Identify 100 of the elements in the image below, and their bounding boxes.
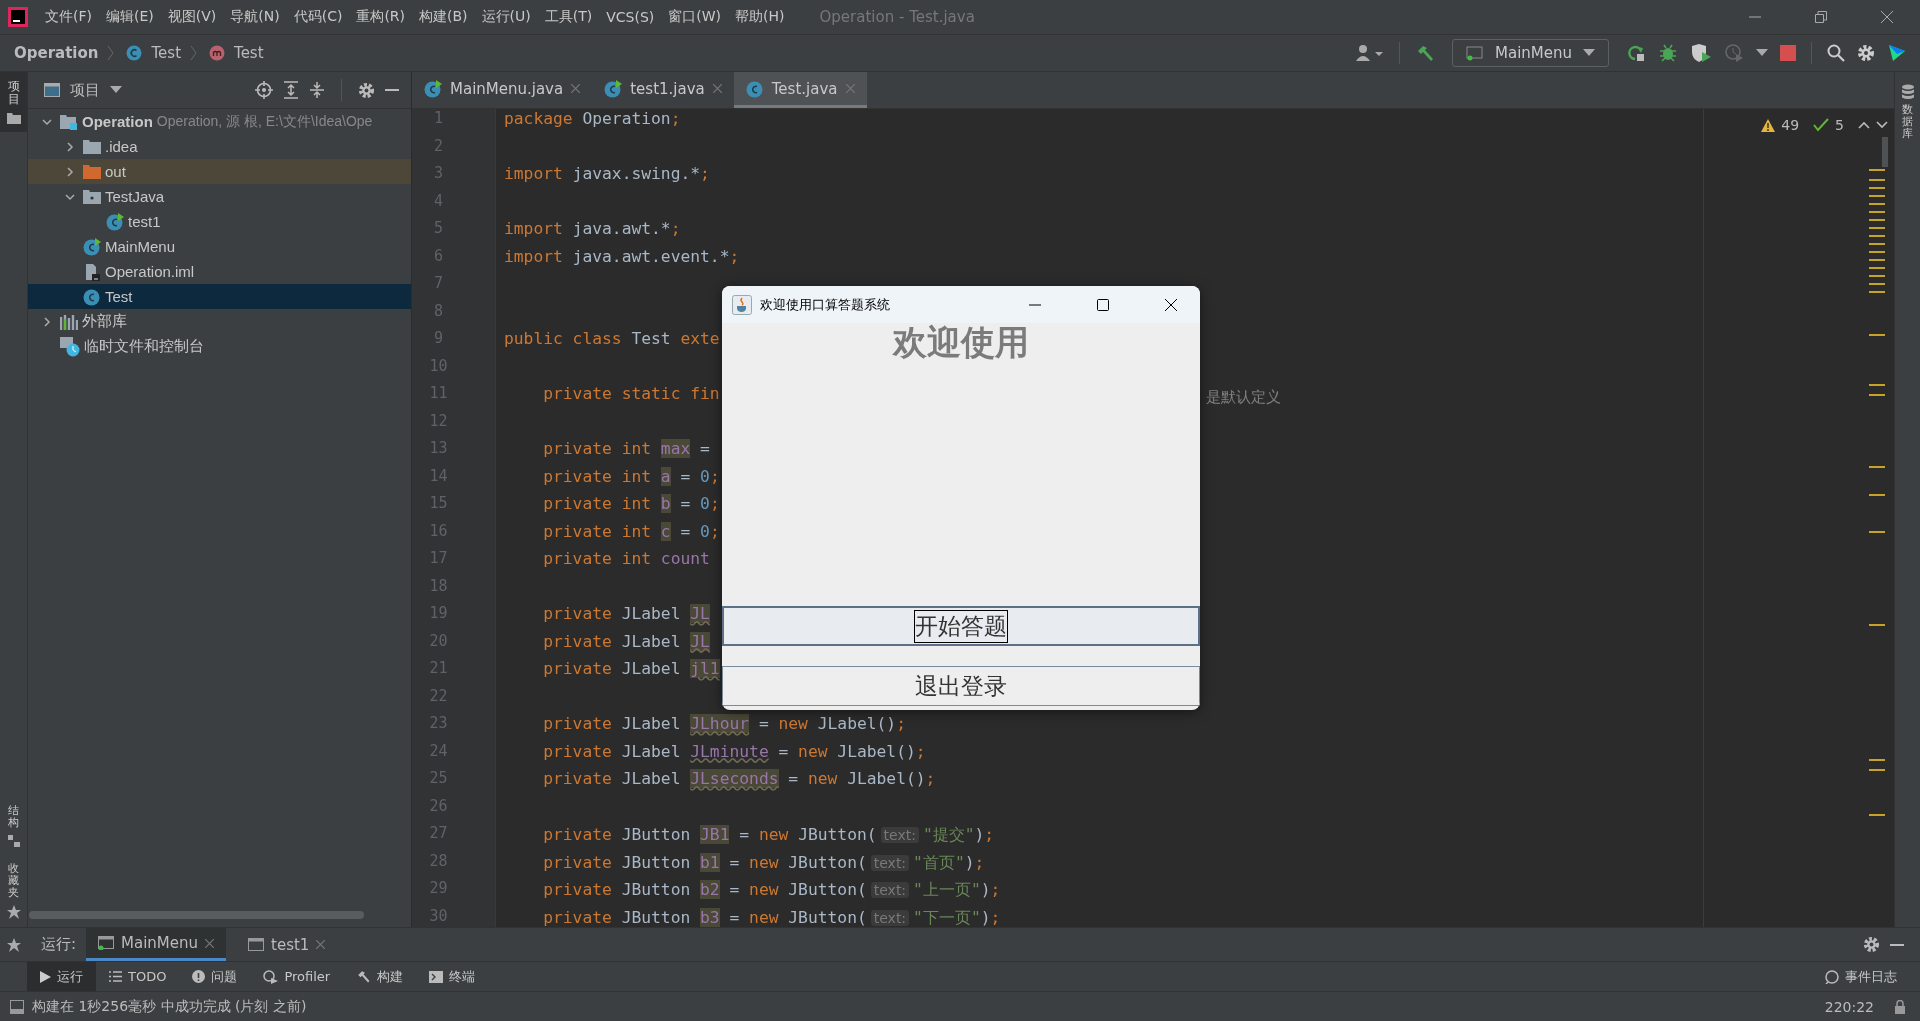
caret-position[interactable]: 220:22 [1824, 998, 1874, 1015]
run-tab-label[interactable]: MainMenu [121, 934, 199, 952]
chevron-icon[interactable] [65, 191, 75, 202]
bug-icon[interactable] [1658, 43, 1678, 63]
tree-item[interactable]: .idea [28, 134, 411, 159]
tree-item-label[interactable]: out [105, 163, 126, 180]
chevron-icon[interactable] [65, 141, 75, 152]
expand-all-icon[interactable] [283, 81, 299, 99]
check-count[interactable]: 5 [1835, 117, 1844, 133]
settings-icon[interactable] [1857, 44, 1875, 62]
tool-window-button[interactable]: 问题 [179, 962, 251, 991]
menu-item[interactable]: 导航(N) [223, 8, 287, 26]
tree-item[interactable]: Operation Operation, 源 根, E:\文件\Idea\Ope [28, 109, 411, 134]
side-tab[interactable]: 收藏夹 [8, 862, 19, 899]
menu-item[interactable]: 重构(R) [349, 8, 413, 26]
project-tab-label[interactable]: 项目 [7, 80, 20, 107]
hammer-icon [356, 969, 372, 984]
tool-window-button[interactable]: 构建 [343, 962, 417, 991]
caret-icon[interactable] [110, 86, 122, 94]
tool-window-button[interactable]: 运行 [27, 962, 96, 991]
editor-tab-label[interactable]: test1.java [630, 79, 705, 98]
settings-icon[interactable] [1863, 936, 1880, 953]
menu-item[interactable]: 编辑(E) [99, 8, 161, 26]
editor-tab-label[interactable]: MainMenu.java [450, 79, 564, 98]
side-tab[interactable]: 结构 [8, 804, 19, 829]
menu-item[interactable]: 帮助(H) [728, 8, 792, 26]
run-config-dropdown[interactable]: MainMenu [1452, 39, 1609, 67]
menu-item[interactable]: VCS(S) [599, 9, 662, 25]
check-icon[interactable] [1813, 118, 1830, 132]
minimize-icon[interactable] [385, 88, 399, 92]
breadcrumb[interactable]: Test [234, 44, 264, 62]
breadcrumb[interactable]: Operation [14, 44, 99, 62]
warning-icon[interactable] [1761, 118, 1776, 132]
tree-item-label[interactable]: Test [105, 288, 133, 305]
event-log-button[interactable]: 事件日志 [1812, 962, 1910, 991]
window-icon [248, 937, 265, 952]
chevron-icon[interactable] [42, 116, 52, 127]
tree-item-label[interactable]: Operation [82, 113, 153, 130]
plugin-logo-icon[interactable] [1887, 43, 1907, 63]
lock-icon[interactable] [1894, 999, 1906, 1014]
dialog-button[interactable]: 退出登录 [722, 666, 1200, 706]
tree-item[interactable]: out [28, 159, 411, 184]
panel-title[interactable]: 项目 [70, 80, 100, 100]
star-icon[interactable] [6, 905, 21, 919]
run-tab[interactable]: test1 [236, 928, 338, 961]
menu-item[interactable]: 文件(F) [38, 8, 99, 26]
tree-item[interactable]: Test [28, 284, 411, 309]
tree-item[interactable]: MainMenu [28, 234, 411, 259]
caret-icon[interactable] [1756, 49, 1768, 57]
editor-tab[interactable]: test1.java [592, 72, 734, 108]
breadcrumb[interactable]: Test [151, 44, 182, 62]
editor-tab[interactable]: MainMenu.java [412, 72, 593, 108]
maximize-icon[interactable] [1096, 297, 1110, 312]
search-icon[interactable] [1827, 44, 1845, 62]
side-tab[interactable]: 数据库 [1902, 104, 1913, 141]
scrollbar[interactable] [29, 911, 364, 919]
panel-toggle-icon[interactable] [10, 999, 24, 1014]
run-tab[interactable]: MainMenu [86, 928, 227, 961]
tree-item-label[interactable]: .idea [105, 138, 138, 155]
menu-item[interactable]: 运行(U) [474, 8, 538, 26]
tree-item-label[interactable]: test1 [128, 213, 161, 230]
locate-icon[interactable] [255, 81, 273, 99]
menu-item[interactable]: 构建(B) [412, 8, 475, 26]
user-icon[interactable] [1356, 44, 1384, 62]
tree-item[interactable]: 外部库 [28, 309, 411, 334]
collapse-all-icon[interactable] [309, 81, 325, 99]
tree-item-label[interactable]: MainMenu [105, 238, 176, 255]
minimize-icon[interactable] [1890, 942, 1904, 947]
tree-item[interactable]: Operation.iml [28, 259, 411, 284]
menu-item[interactable]: 工具(T) [537, 8, 600, 26]
tool-window-button[interactable]: TODO [96, 962, 180, 991]
tree-item[interactable]: 临时文件和控制台 [28, 334, 411, 359]
star-icon[interactable] [7, 937, 21, 952]
project-tool-tab[interactable]: 项目 [0, 72, 27, 133]
tool-window-button[interactable]: Profiler [250, 962, 344, 991]
warning-count[interactable]: 49 [1781, 117, 1800, 133]
menu-item[interactable]: 窗口(W) [661, 8, 729, 26]
tree-item[interactable]: test1 [28, 209, 411, 234]
tree-item[interactable]: TestJava [28, 184, 411, 209]
settings-icon[interactable] [358, 81, 375, 99]
app-logo-icon[interactable] [8, 7, 28, 27]
coverage-icon[interactable] [1690, 43, 1712, 63]
tree-item-label[interactable]: Operation.iml [105, 263, 195, 280]
editor-tab[interactable]: Test.java [733, 72, 867, 108]
dialog-button[interactable]: 开始答题 [722, 606, 1200, 646]
restore-icon[interactable] [1814, 10, 1828, 24]
close-icon[interactable] [1164, 297, 1178, 312]
tree-item-label[interactable]: TestJava [105, 188, 165, 205]
tree-item-label[interactable]: 外部库 [82, 312, 127, 331]
database-icon[interactable] [1900, 84, 1915, 100]
rerun-icon[interactable] [1626, 43, 1646, 63]
structure-icon[interactable] [7, 834, 20, 847]
chevron-icon[interactable] [42, 316, 52, 327]
menu-item[interactable]: 视图(V) [160, 8, 224, 26]
run-tab-label[interactable]: test1 [271, 935, 310, 954]
chevron-icon[interactable] [65, 166, 75, 177]
menu-item[interactable]: 代码(C) [286, 8, 350, 26]
tool-window-button[interactable]: 终端 [416, 962, 489, 991]
tree-item-label[interactable]: 临时文件和控制台 [84, 337, 204, 356]
editor-tab-label[interactable]: Test.java [771, 79, 838, 98]
